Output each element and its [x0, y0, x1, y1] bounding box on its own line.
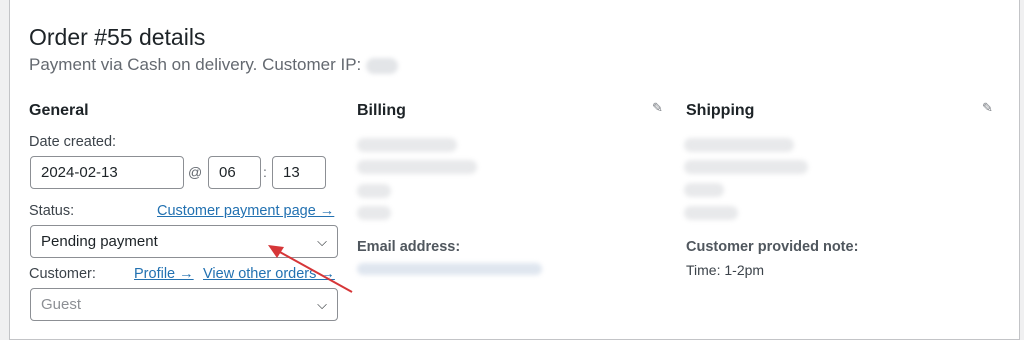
arrow-shaft	[277, 250, 353, 293]
arrow-head	[268, 245, 284, 258]
red-arrow-annotation	[268, 245, 353, 293]
